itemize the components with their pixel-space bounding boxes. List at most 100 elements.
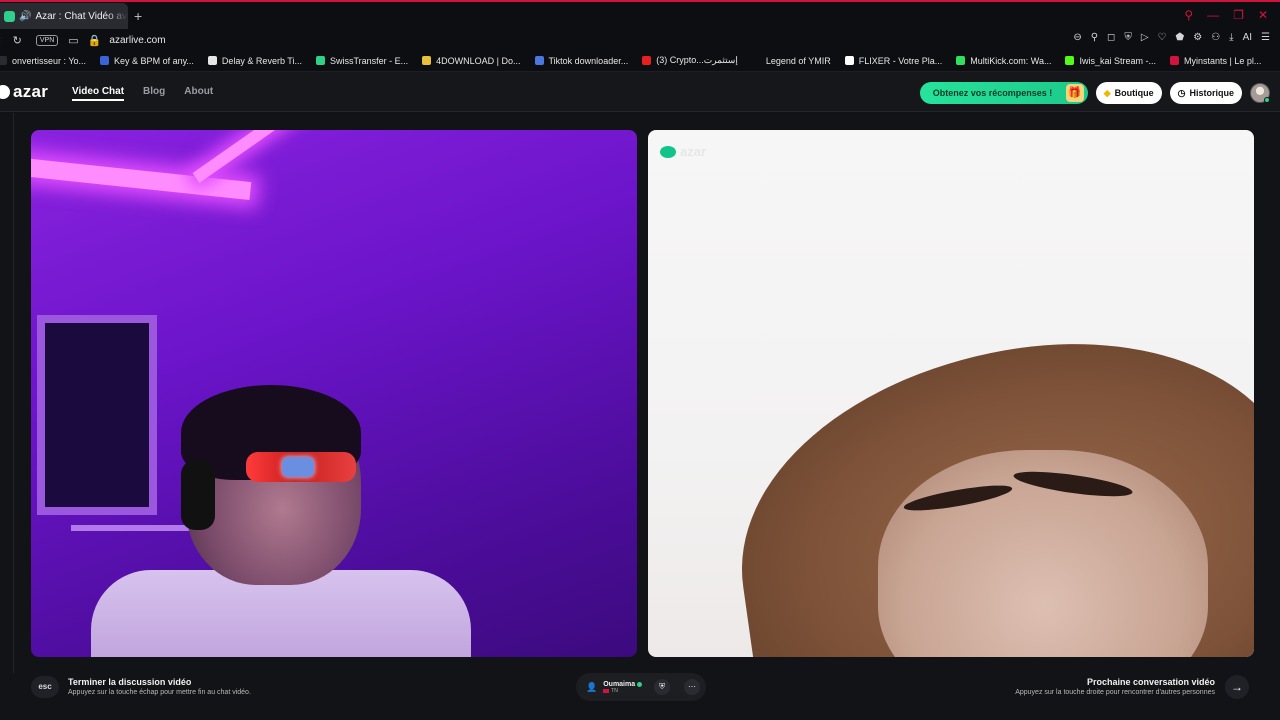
profile-icon[interactable]: ⚇ [1211, 32, 1220, 43]
next-chat-hint: Appuyez sur la touche droite pour rencon… [1015, 689, 1215, 696]
bookmark-label: MultiKick.com: Wa... [970, 55, 1052, 66]
active-tab[interactable]: 🔊 Azar : Chat Vidéo avec [0, 3, 128, 29]
bookmarks-bar: onvertisseur : Yo... Key & BPM of any... D… [0, 50, 1280, 72]
azar-logo[interactable]: azar [0, 82, 48, 102]
ai-button[interactable]: AI [1243, 32, 1252, 43]
chat-icon[interactable]: ⋯ [684, 679, 700, 695]
rewards-button[interactable]: Obtenez vos récompenses ! 🎁 [919, 82, 1088, 104]
nav-video-chat[interactable]: Video Chat [72, 86, 125, 101]
gift-icon: 🎁 [1065, 84, 1084, 102]
flag-icon [603, 688, 610, 693]
lock-icon[interactable]: 🔒 [88, 34, 102, 47]
headset [181, 460, 215, 530]
shield-icon[interactable]: ⛨ [1124, 32, 1132, 43]
nav-about[interactable]: About [184, 86, 213, 101]
bookmark-item[interactable]: MultiKick.com: Wa... [956, 56, 1051, 66]
back-icon[interactable]: ‹ [0, 34, 1, 46]
bookmark-label: Legend of YMIR [765, 55, 831, 66]
bookmark-item[interactable]: Iwis_kai Stream -... [1065, 56, 1156, 66]
snapshot-icon[interactable]: ◻ [1107, 32, 1115, 43]
gem-icon: ◆ [1103, 87, 1111, 98]
bookmark-item[interactable]: 4DOWNLOAD | Do... [422, 55, 521, 66]
bookmark-label: Delay & Reverb Ti... [221, 55, 302, 66]
restore-icon[interactable]: ❐ [1233, 8, 1244, 22]
next-chat-title[interactable]: Prochaine conversation vidéo [1087, 677, 1215, 687]
bookmark-favicon-icon [844, 56, 854, 65]
peer-name: Oumaima [603, 680, 636, 688]
bookmark-item[interactable]: Legend of YMIR [751, 55, 831, 66]
azar-watermark-icon [660, 145, 676, 158]
bookmark-label: Tiktok downloader... [548, 55, 629, 66]
close-icon[interactable]: ✕ [1258, 8, 1268, 22]
bookmark-favicon-icon [642, 56, 652, 65]
bookmark-label: Key & BPM of any... [114, 55, 194, 66]
header-actions: Obtenez vos récompenses ! 🎁 ◆ Boutique ◷… [919, 82, 1270, 104]
main-nav: Video Chat Blog About [72, 86, 213, 101]
clock-icon: ◷ [1177, 87, 1186, 98]
next-arrow-button[interactable]: → [1225, 675, 1249, 699]
bookmark-favicon-icon [315, 56, 325, 65]
nav-blog[interactable]: Blog [143, 86, 165, 101]
bookmark-favicon-icon [534, 56, 544, 65]
bookmark-item[interactable]: Key & BPM of any... [100, 56, 194, 66]
bookmark-label: SwissTransfer - E... [329, 55, 409, 66]
history-label: Historique [1189, 88, 1234, 98]
end-chat-title[interactable]: Terminer la discussion vidéo [68, 677, 191, 687]
window-controls: ⚲ — ❐ ✕ [1184, 8, 1268, 22]
chat-controls: esc Terminer la discussion vidéo Appuyez… [0, 668, 1280, 720]
bookmark-label: Myinstants | Le pl... [1184, 55, 1262, 66]
esc-key-button[interactable]: esc [31, 676, 59, 698]
camera-icon[interactable]: ▭ [68, 34, 78, 47]
bookmark-favicon-icon [422, 56, 432, 65]
online-status-icon [1264, 97, 1270, 103]
bookmark-item[interactable]: FLIXER - Votre Pla... [844, 55, 943, 66]
adblock-icon[interactable]: ⬟ [1176, 32, 1185, 43]
url-text[interactable]: azarlive.com [109, 35, 165, 46]
shop-button[interactable]: ◆ Boutique [1095, 82, 1162, 104]
user-avatar[interactable] [1250, 83, 1270, 103]
bookmark-label: onvertisseur : Yo... [12, 55, 87, 66]
menu-icon[interactable]: ☰ [1261, 32, 1270, 43]
bookmark-favicon-icon [1065, 56, 1075, 65]
bookmark-item[interactable]: Tiktok downloader... [534, 55, 629, 66]
room-window [37, 315, 157, 515]
azar-favicon-icon [4, 10, 15, 22]
speaker-icon[interactable]: 🔊 [19, 11, 31, 22]
peer-info: 👤 Oumaima TN ⛨ ⋯ [576, 673, 706, 701]
bookmark-item[interactable]: (3) Crypto...إستثمرت [642, 55, 738, 66]
bookmark-item[interactable]: Delay & Reverb Ti... [207, 55, 302, 66]
shop-label: Boutique [1114, 88, 1154, 98]
logo-text: azar [13, 82, 49, 101]
history-button[interactable]: ◷ Historique [1169, 82, 1242, 104]
sidebar-strip [0, 113, 14, 673]
site-header: azar Video Chat Blog About Obtenez vos r… [0, 72, 1280, 112]
tab-fade [106, 3, 128, 29]
online-icon [637, 681, 643, 687]
red-glasses [246, 452, 356, 482]
bookmark-label: (3) Crypto...إستثمرت [656, 55, 738, 65]
extensions-icon[interactable]: ⚙ [1193, 32, 1202, 43]
azar-watermark: azar [660, 144, 706, 159]
download-icon[interactable]: ⤓ [1229, 32, 1233, 43]
bookmark-label: 4DOWNLOAD | Do... [436, 55, 521, 66]
search-tabs-icon[interactable]: ⚲ [1184, 8, 1193, 22]
glasses-lens [282, 457, 314, 477]
bookmark-label: FLIXER - Votre Pla... [858, 55, 943, 66]
vpn-badge[interactable]: VPN [35, 34, 59, 46]
play-icon[interactable]: ▷ [1141, 32, 1149, 43]
pin-icon[interactable]: ⚲ [1091, 32, 1098, 43]
report-icon[interactable]: ⛨ [654, 679, 671, 695]
azar-logo-icon [0, 85, 10, 99]
user-icon: 👤 [586, 681, 598, 692]
browser-tab-bar: 🔊 Azar : Chat Vidéo avec + ⚲ — ❐ ✕ [0, 0, 1280, 30]
reload-icon[interactable]: ↻ [13, 34, 22, 47]
bookmark-item[interactable]: Myinstants | Le pl... [1170, 56, 1261, 66]
browser-toolbar: ⊖ ⚲ ◻ ⛨ ▷ ♡ ⬟ ⚙ ⚇ ⤓ AI ☰ [1073, 32, 1270, 43]
zoom-icon[interactable]: ⊖ [1073, 32, 1081, 43]
bookmark-item[interactable]: onvertisseur : Yo... [0, 56, 86, 66]
heart-icon[interactable]: ♡ [1158, 32, 1167, 43]
minimize-icon[interactable]: — [1207, 8, 1219, 22]
bookmark-item[interactable]: SwissTransfer - E... [315, 55, 409, 66]
new-tab-button[interactable]: + [134, 8, 142, 24]
neon-light [192, 130, 347, 183]
